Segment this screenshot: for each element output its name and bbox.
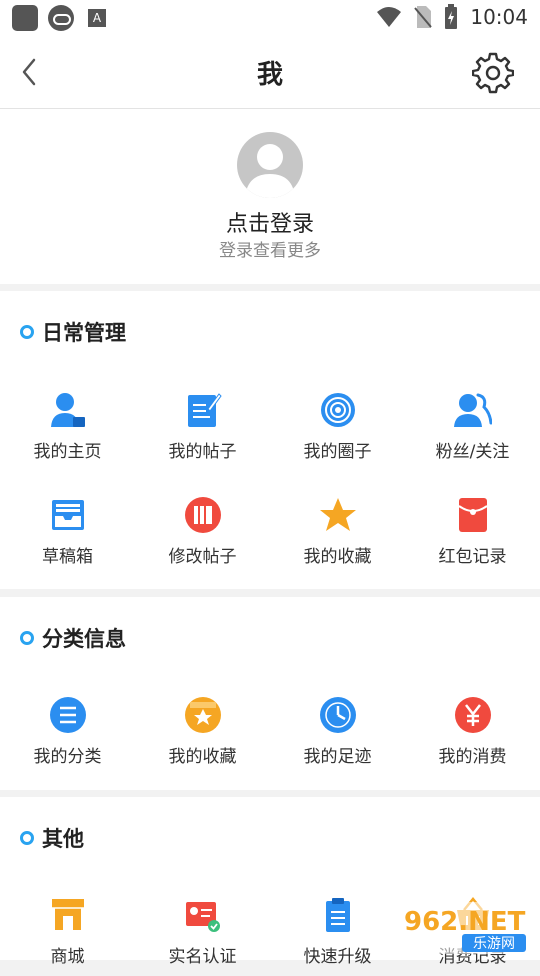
menu-item-my-circles[interactable]: 我的圈子 xyxy=(270,391,405,471)
wifi-icon xyxy=(377,7,402,27)
login-hint: 登录查看更多 xyxy=(219,241,321,261)
app-notification-icon xyxy=(12,5,38,31)
menu-item-label: 我的分类 xyxy=(33,747,102,767)
users-icon xyxy=(454,393,492,427)
watermark-brand: 962.NET xyxy=(404,907,526,937)
menu-item-fans-follow[interactable]: 粉丝/关注 xyxy=(405,391,540,471)
inbox-tray-icon xyxy=(52,500,84,530)
section-title: 分类信息 xyxy=(42,627,126,651)
menu-item-my-home[interactable]: 我的主页 xyxy=(0,391,135,471)
menu-item-my-posts[interactable]: 我的帖子 xyxy=(135,391,270,471)
star-badge-icon xyxy=(185,697,221,733)
menu-item-label: 商城 xyxy=(50,947,85,967)
section-dot-icon xyxy=(20,831,34,845)
yen-icon xyxy=(455,697,491,733)
menu-item-real-name-verify[interactable]: 实名认证 xyxy=(135,896,270,976)
books-icon xyxy=(185,497,221,533)
site-watermark-logo: 962.NET 乐游网 xyxy=(396,902,532,954)
menu-item-favorites[interactable]: 我的收藏 xyxy=(270,496,405,576)
clipboard-icon xyxy=(326,898,350,932)
menu-item-category-favorites[interactable]: 我的收藏 xyxy=(135,696,270,776)
status-time: 10:04 xyxy=(470,5,528,29)
section-title: 日常管理 xyxy=(42,321,126,345)
profile-card[interactable]: 点击登录 登录查看更多 xyxy=(0,109,540,284)
menu-item-my-categories[interactable]: 我的分类 xyxy=(0,696,135,776)
menu-item-label: 快速升级 xyxy=(303,947,372,967)
section-dot-icon xyxy=(20,631,34,645)
red-envelope-icon xyxy=(458,498,488,532)
menu-item-label: 修改帖子 xyxy=(168,547,237,567)
menu-item-shop[interactable]: 商城 xyxy=(0,896,135,976)
menu-item-edit-posts[interactable]: 修改帖子 xyxy=(135,496,270,576)
section-title: 其他 xyxy=(42,827,84,851)
section-category-info: 分类信息 我的分类 我的收藏 我的足迹 我的消费 xyxy=(0,597,540,790)
default-avatar-icon xyxy=(245,144,295,198)
no-sim-icon xyxy=(414,6,433,28)
menu-item-label: 我的主页 xyxy=(33,442,102,462)
section-daily-management: 日常管理 我的主页 我的帖子 我的圈子 粉丝/关注 草稿箱 修改帖子 我的收藏 … xyxy=(0,291,540,589)
login-link[interactable]: 点击登录 xyxy=(0,206,540,238)
list-icon xyxy=(50,697,86,733)
menu-item-label: 实名认证 xyxy=(168,947,237,967)
page-title: 我 xyxy=(256,60,283,90)
shop-icon xyxy=(52,899,84,930)
menu-item-footprints[interactable]: 我的足迹 xyxy=(270,696,405,776)
top-nav-bar: 我 xyxy=(0,36,540,109)
clock-icon xyxy=(320,697,356,733)
menu-item-label: 红包记录 xyxy=(438,547,507,567)
id-card-icon xyxy=(186,902,220,932)
menu-item-label: 粉丝/关注 xyxy=(435,442,510,462)
menu-item-label: 草稿箱 xyxy=(42,547,93,567)
battery-charging-icon xyxy=(445,4,458,29)
menu-item-label: 我的圈子 xyxy=(303,442,372,462)
menu-item-label: 我的收藏 xyxy=(303,547,372,567)
status-bar: A 10:04 xyxy=(0,0,540,36)
menu-item-drafts[interactable]: 草稿箱 xyxy=(0,496,135,576)
menu-item-label: 我的收藏 xyxy=(168,747,237,767)
star-icon xyxy=(320,498,356,531)
circle-target-icon xyxy=(321,393,355,427)
menu-item-quick-upgrade[interactable]: 快速升级 xyxy=(270,896,405,976)
edit-note-icon xyxy=(188,393,222,427)
menu-item-my-spending[interactable]: 我的消费 xyxy=(405,696,540,776)
section-dot-icon xyxy=(20,325,34,339)
font-notification-icon: A xyxy=(88,9,106,27)
menu-item-red-packet-records[interactable]: 红包记录 xyxy=(405,496,540,576)
infinity-notification-icon xyxy=(48,5,74,31)
watermark-sub: 乐游网 xyxy=(473,936,515,952)
menu-item-label: 我的消费 xyxy=(438,747,507,767)
avatar[interactable] xyxy=(237,132,303,198)
menu-item-label: 我的足迹 xyxy=(303,747,372,767)
settings-gear-icon[interactable] xyxy=(472,52,514,94)
menu-item-label: 我的帖子 xyxy=(168,442,237,462)
user-home-icon xyxy=(51,393,85,427)
